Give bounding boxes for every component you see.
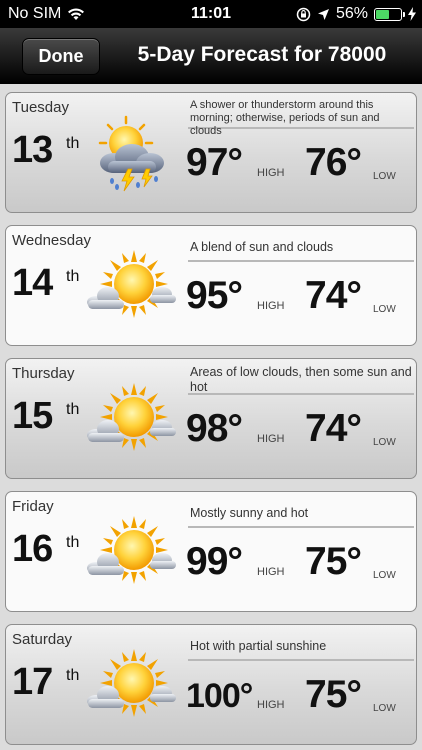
location-arrow-icon [317,8,329,20]
date-number: 14 [12,262,53,304]
date-suffix: th [66,667,80,684]
high-label: HIGH [257,433,285,445]
thunderstorm-sun-icon [98,115,164,192]
orientation-lock-icon [296,7,311,21]
date-number: 16 [12,528,53,570]
low-label: LOW [373,437,396,448]
status-bar: No SIM 11:01 56% [0,0,422,28]
battery-icon [374,7,405,21]
forecast-description: Mostly sunny and hot [188,498,414,528]
low-temperature: 74° [305,407,362,450]
done-button[interactable]: Done [22,38,100,75]
low-temperature: 76° [305,141,362,184]
sun-cloud-icon [87,649,176,717]
forecast-card-wednesday[interactable]: Wednesday 14 th A blend of sun and cloud… [5,225,417,346]
high-label: HIGH [257,699,285,711]
forecast-description: A shower or thunderstorm around this mor… [188,99,414,137]
day-name: Saturday [12,631,73,648]
low-temperature: 74° [305,274,362,317]
low-label: LOW [373,570,396,581]
high-temperature: 100° [186,677,253,715]
status-right: 56% [296,5,416,23]
low-label: LOW [373,703,396,714]
date-number: 13 [12,129,53,171]
nav-bar: Done 5-Day Forecast for 78000 [0,28,422,84]
battery-fill [376,9,390,19]
forecast-card-tuesday[interactable]: Tuesday 13 th A shower or thunderstorm a… [5,92,417,213]
high-label: HIGH [257,300,285,312]
high-temperature: 97° [186,141,243,184]
high-label: HIGH [257,566,285,578]
charging-bolt-icon [408,7,416,21]
sun-cloud-icon [87,250,176,318]
low-temperature: 75° [305,540,362,583]
high-temperature: 99° [186,540,243,583]
day-name: Friday [12,498,54,515]
forecast-card-saturday[interactable]: Saturday 17 th Hot with partial sunshine… [5,624,417,745]
forecast-card-thursday[interactable]: Thursday 15 th Areas of low clouds, then… [5,358,417,479]
date-suffix: th [66,401,80,418]
high-temperature: 95° [186,274,243,317]
date-number: 15 [12,395,53,437]
forecast-description: Hot with partial sunshine [188,631,414,661]
date-suffix: th [66,268,80,285]
day-name: Tuesday [12,99,69,116]
low-label: LOW [373,304,396,315]
page-title: 5-Day Forecast for 78000 [137,43,387,66]
date-suffix: th [66,534,80,551]
forecast-description: Areas of low clouds, then some sun and h… [188,365,414,395]
low-label: LOW [373,171,396,182]
high-temperature: 98° [186,407,243,450]
forecast-description: A blend of sun and clouds [188,232,414,262]
date-number: 17 [12,661,53,703]
day-name: Thursday [12,365,75,382]
high-label: HIGH [257,167,285,179]
battery-percent: 56% [335,5,368,22]
forecast-card-friday[interactable]: Friday 16 th Mostly sunny and hot 99° HI… [5,491,417,612]
low-temperature: 75° [305,673,362,716]
day-name: Wednesday [12,232,91,249]
sun-cloud-icon [87,383,176,451]
sun-cloud-icon [87,516,176,584]
date-suffix: th [66,135,80,152]
